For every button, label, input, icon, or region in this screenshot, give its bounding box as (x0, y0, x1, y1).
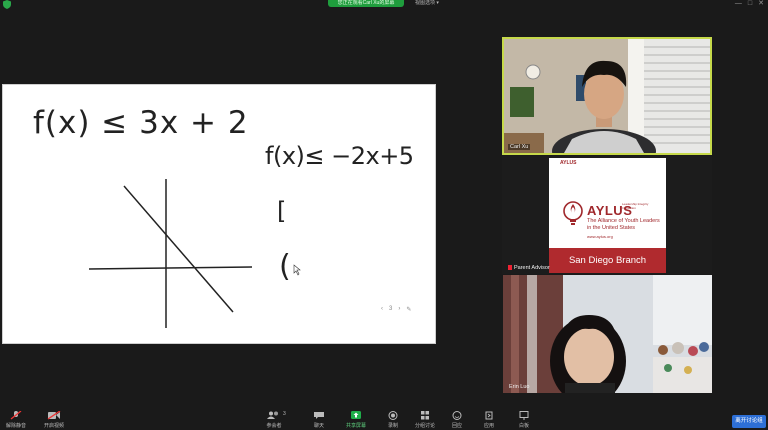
maximize-icon[interactable]: □ (748, 0, 752, 8)
breakout-rooms-label: 分组讨论 (415, 423, 436, 429)
zoom-meeting-window: 您正在观看Carl Xu的屏幕 视图选项 ▾ — □ ✕ f(x) ≤ 3x +… (0, 0, 768, 430)
reactions-label: 回应 (452, 423, 463, 429)
apps-label: 应用 (484, 423, 495, 429)
participants-label: 参会者 (266, 423, 282, 429)
reactions-button[interactable]: 回应 (452, 411, 462, 429)
share-screen-button[interactable]: 共享屏幕 (346, 411, 366, 429)
chat-label: 聊天 (313, 423, 324, 429)
apps-button[interactable]: 应用 (484, 411, 494, 429)
slide-tagline-2: in the United States (587, 225, 636, 231)
shared-whiteboard: f(x) ≤ 3x + 2 f(x)≤ −2x+5 [ ( ‹ 3 › ✎ (2, 84, 436, 344)
slide-subtitle: Leadership Integrity Innovation (622, 202, 649, 210)
x-axis-stroke (88, 266, 253, 270)
participants-count: 3 (283, 411, 286, 417)
participant-name-label: Carl Xu (508, 144, 531, 150)
security-shield-icon[interactable] (3, 0, 11, 9)
view-options-menu[interactable]: 视图选项 ▾ (415, 0, 439, 7)
record-icon (388, 411, 398, 420)
view-options-label: 视图选项 (415, 0, 436, 6)
whiteboard-icon (519, 411, 529, 420)
whiteboards-button[interactable]: 白板 (519, 411, 529, 429)
record-label: 录制 (388, 423, 399, 429)
chat-bubble-icon (314, 412, 324, 419)
apps-icon (485, 411, 493, 420)
slide-tab-label: AYLUS (560, 160, 577, 166)
unmute-button[interactable]: 解除静音 (6, 411, 26, 429)
slide-url: www.aylus.org (587, 234, 613, 239)
torch-logo-icon (563, 201, 583, 225)
screen-share-indicator[interactable]: 您正在观看Carl Xu的屏幕 (328, 0, 404, 7)
chevron-down-icon: ▾ (436, 0, 439, 6)
meeting-toolbar: 解除静音 开启视频 参会者 3 聊天 共享屏幕 录制 分组讨论 回应 应用 白板… (0, 408, 768, 430)
participant-name-label: Erin Luo (509, 384, 530, 390)
window-controls: — □ ✕ (735, 0, 764, 8)
participants-button[interactable]: 参会者 (266, 411, 282, 429)
pointer-cursor-icon (293, 264, 301, 276)
whiteboards-label: 白板 (519, 423, 530, 429)
aylus-slide: AYLUS AYLUS Leadership Integrity Innovat… (549, 158, 666, 273)
equation-one: f(x) ≤ 3x + 2 (33, 105, 249, 141)
paren-mark: ( (279, 249, 291, 284)
slide-tagline-1: The Alliance of Youth Leaders (587, 218, 660, 224)
page-controls: ‹ 3 › ✎ (381, 304, 411, 314)
breakout-rooms-button[interactable]: 分组讨论 (415, 411, 435, 429)
unmute-label: 解除静音 (6, 423, 27, 429)
graph-line-stroke (123, 185, 234, 313)
close-icon[interactable]: ✕ (758, 0, 764, 8)
record-button[interactable]: 录制 (388, 411, 398, 429)
bracket-mark: [ (277, 197, 287, 225)
leave-breakout-button[interactable]: 离开讨论组 (732, 415, 766, 428)
breakout-rooms-icon (421, 411, 429, 420)
participant-video-erin (503, 275, 712, 393)
equation-two: f(x)≤ −2x+5 (265, 142, 414, 170)
top-bar: 您正在观看Carl Xu的屏幕 视图选项 ▾ — □ ✕ (0, 0, 768, 10)
prev-page-icon[interactable]: ‹ (381, 306, 383, 312)
video-camera-off-icon (47, 411, 61, 420)
share-screen-label: 共享屏幕 (346, 423, 367, 429)
slide-banner: San Diego Branch (549, 248, 666, 273)
next-page-icon[interactable]: › (398, 306, 400, 312)
video-tile-carl[interactable]: Carl Xu (502, 37, 712, 155)
muted-mic-icon (508, 265, 512, 271)
page-number: 3 (389, 306, 393, 312)
chat-button[interactable]: 聊天 (313, 411, 325, 429)
video-tile-erin[interactable]: Erin Luo (503, 275, 712, 393)
microphone-muted-icon (10, 411, 22, 420)
share-screen-icon (351, 411, 361, 419)
edit-icon[interactable]: ✎ (406, 306, 411, 313)
participant-name-label: Parent Advisor (506, 265, 552, 271)
participants-icon (267, 411, 278, 419)
start-video-button[interactable]: 开启视频 (44, 411, 64, 429)
video-tile-parent-advisor[interactable]: AYLUS AYLUS Leadership Integrity Innovat… (502, 156, 712, 274)
participant-video-carl (504, 39, 710, 153)
smiley-face-icon (452, 411, 462, 420)
minimize-icon[interactable]: — (735, 0, 742, 8)
start-video-label: 开启视频 (44, 423, 65, 429)
